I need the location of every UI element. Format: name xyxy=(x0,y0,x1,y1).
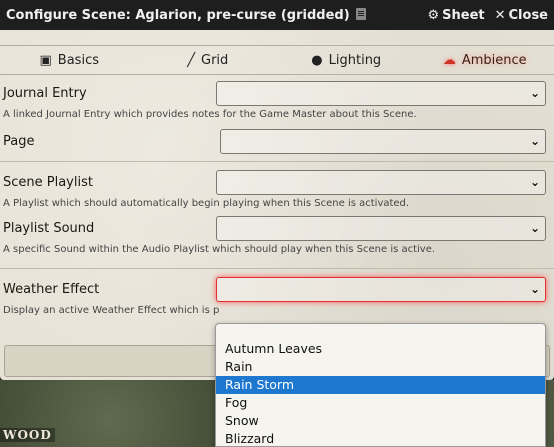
weather-effect-dropdown[interactable]: Autumn Leaves Rain Rain Storm Fog Snow B… xyxy=(215,323,546,447)
journal-entry-hint: A linked Journal Entry which provides no… xyxy=(3,109,417,120)
close-icon: ✕ xyxy=(494,7,506,23)
scene-playlist-label: Scene Playlist xyxy=(3,174,93,190)
weather-option[interactable]: Snow xyxy=(216,412,545,430)
weather-effect-select[interactable]: ⌄ xyxy=(216,276,546,302)
tab-basics[interactable]: ▣ Basics xyxy=(0,53,139,68)
weather-option[interactable]: Rain xyxy=(216,358,545,376)
weather-effect-hint: Display an active Weather Effect which i… xyxy=(3,305,220,316)
tab-lighting[interactable]: ● Lighting xyxy=(277,53,416,68)
chevron-down-icon: ⌄ xyxy=(529,220,540,235)
page-label: Page xyxy=(3,133,35,149)
divider xyxy=(0,268,554,269)
playlist-sound-select[interactable]: ⌄ xyxy=(216,215,546,241)
journal-entry-row: Journal Entry ⌄ xyxy=(0,79,554,107)
weather-option[interactable]: Fog xyxy=(216,394,545,412)
page-row: Page ⌄ xyxy=(0,127,554,155)
weather-option[interactable]: Autumn Leaves xyxy=(216,340,545,358)
weather-effect-row: Weather Effect ⌄ xyxy=(0,275,554,303)
cloud-sun-icon: ☁ xyxy=(442,52,456,68)
sheet-button[interactable]: ⚙ Sheet xyxy=(427,8,484,23)
scene-playlist-select[interactable]: ⌄ xyxy=(216,169,546,195)
map-label: WOOD xyxy=(0,428,55,442)
playlist-sound-label: Playlist Sound xyxy=(3,220,95,236)
document-id-icon[interactable] xyxy=(355,7,366,20)
close-button[interactable]: ✕ Close xyxy=(495,8,548,23)
weather-effect-label: Weather Effect xyxy=(3,281,100,297)
sheet-label: Sheet xyxy=(442,7,485,23)
page-select[interactable]: ⌄ xyxy=(220,128,546,154)
weather-option-selected[interactable]: Rain Storm xyxy=(216,376,545,394)
weather-option[interactable]: Blizzard xyxy=(216,430,545,447)
scene-playlist-hint: A Playlist which should automatically be… xyxy=(3,198,410,209)
image-icon: ▣ xyxy=(39,52,52,68)
tab-ambience[interactable]: ☁ Ambience xyxy=(416,53,554,68)
tab-bar: ▣ Basics ╱ Grid ● Lighting ☁ Ambience xyxy=(0,45,554,75)
divider xyxy=(0,161,554,162)
chevron-down-icon: ⌄ xyxy=(529,281,540,296)
tab-label: Ambience xyxy=(461,52,527,68)
journal-entry-select[interactable]: ⌄ xyxy=(216,80,546,106)
tab-label: Basics xyxy=(57,52,99,68)
ruler-icon: ╱ xyxy=(187,52,196,68)
lightbulb-icon: ● xyxy=(311,52,323,68)
tab-label: Grid xyxy=(201,52,229,68)
journal-entry-label: Journal Entry xyxy=(3,85,87,101)
gear-icon: ⚙ xyxy=(427,7,440,23)
playlist-sound-hint: A specific Sound within the Audio Playli… xyxy=(3,244,436,255)
chevron-down-icon: ⌄ xyxy=(529,133,540,148)
tab-label: Lighting xyxy=(328,52,382,68)
tab-grid[interactable]: ╱ Grid xyxy=(139,53,278,68)
close-label: Close xyxy=(508,7,548,23)
scene-playlist-row: Scene Playlist ⌄ xyxy=(0,168,554,196)
window-title: Configure Scene: Aglarion, pre-curse (gr… xyxy=(6,7,417,23)
window-titlebar[interactable]: Configure Scene: Aglarion, pre-curse (gr… xyxy=(0,0,554,30)
playlist-sound-row: Playlist Sound ⌄ xyxy=(0,214,554,242)
chevron-down-icon: ⌄ xyxy=(529,174,540,189)
chevron-down-icon: ⌄ xyxy=(529,85,540,100)
